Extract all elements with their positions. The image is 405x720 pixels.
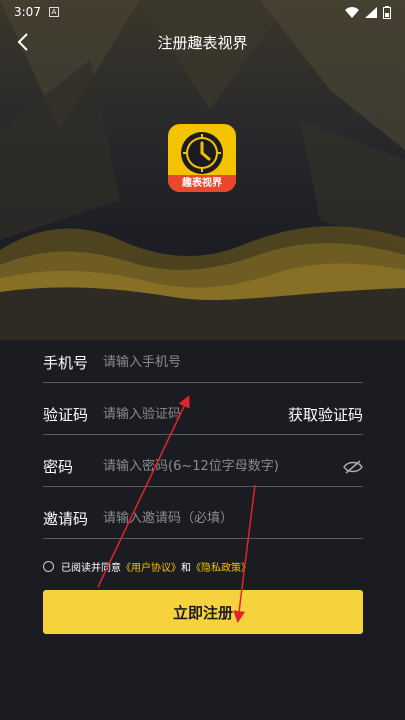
battery-icon xyxy=(383,5,391,19)
signal-icon xyxy=(365,6,377,18)
get-code-button[interactable]: 获取验证码 xyxy=(288,404,363,425)
invite-input[interactable] xyxy=(103,503,363,534)
privacy-policy-link[interactable]: 《隐私政策》 xyxy=(191,559,251,574)
invite-label: 邀请码 xyxy=(43,510,89,528)
password-row: 密码 xyxy=(43,447,363,487)
back-arrow-icon[interactable] xyxy=(12,30,36,54)
password-label: 密码 xyxy=(43,458,74,476)
wifi-icon xyxy=(345,6,359,18)
invite-row: 邀请码 xyxy=(43,499,363,539)
agree-radio[interactable] xyxy=(43,561,54,572)
phone-label: 手机号 xyxy=(43,354,89,372)
code-row: 验证码 获取验证码 xyxy=(43,395,363,435)
agree-and: 和 xyxy=(181,563,191,574)
status-bar: 3:07 A xyxy=(0,0,405,24)
code-label: 验证码 xyxy=(43,406,89,424)
phone-input[interactable] xyxy=(103,347,363,378)
agreement-row: 已阅读并同意 《用户协议》 和 《隐私政策》 xyxy=(43,559,251,574)
status-time: 3:07 xyxy=(14,5,41,19)
user-agreement-link[interactable]: 《用户协议》 xyxy=(121,559,181,574)
register-form: 手机号 验证码 获取验证码 密码 邀请码 xyxy=(43,340,363,539)
phone-row: 手机号 xyxy=(43,343,363,383)
app-header: 注册趣表视界 xyxy=(0,24,405,60)
app-logo: 趣表视界 xyxy=(168,124,236,192)
register-button[interactable]: 立即注册 xyxy=(43,590,363,634)
agree-prefix: 已阅读并同意 xyxy=(61,563,121,574)
eye-hidden-icon[interactable] xyxy=(343,459,363,474)
code-input[interactable] xyxy=(103,399,288,430)
page-title: 注册趣表视界 xyxy=(157,33,248,52)
notification-icon: A xyxy=(48,7,59,17)
logo-label: 趣表视界 xyxy=(168,175,236,192)
password-input[interactable] xyxy=(103,451,343,482)
